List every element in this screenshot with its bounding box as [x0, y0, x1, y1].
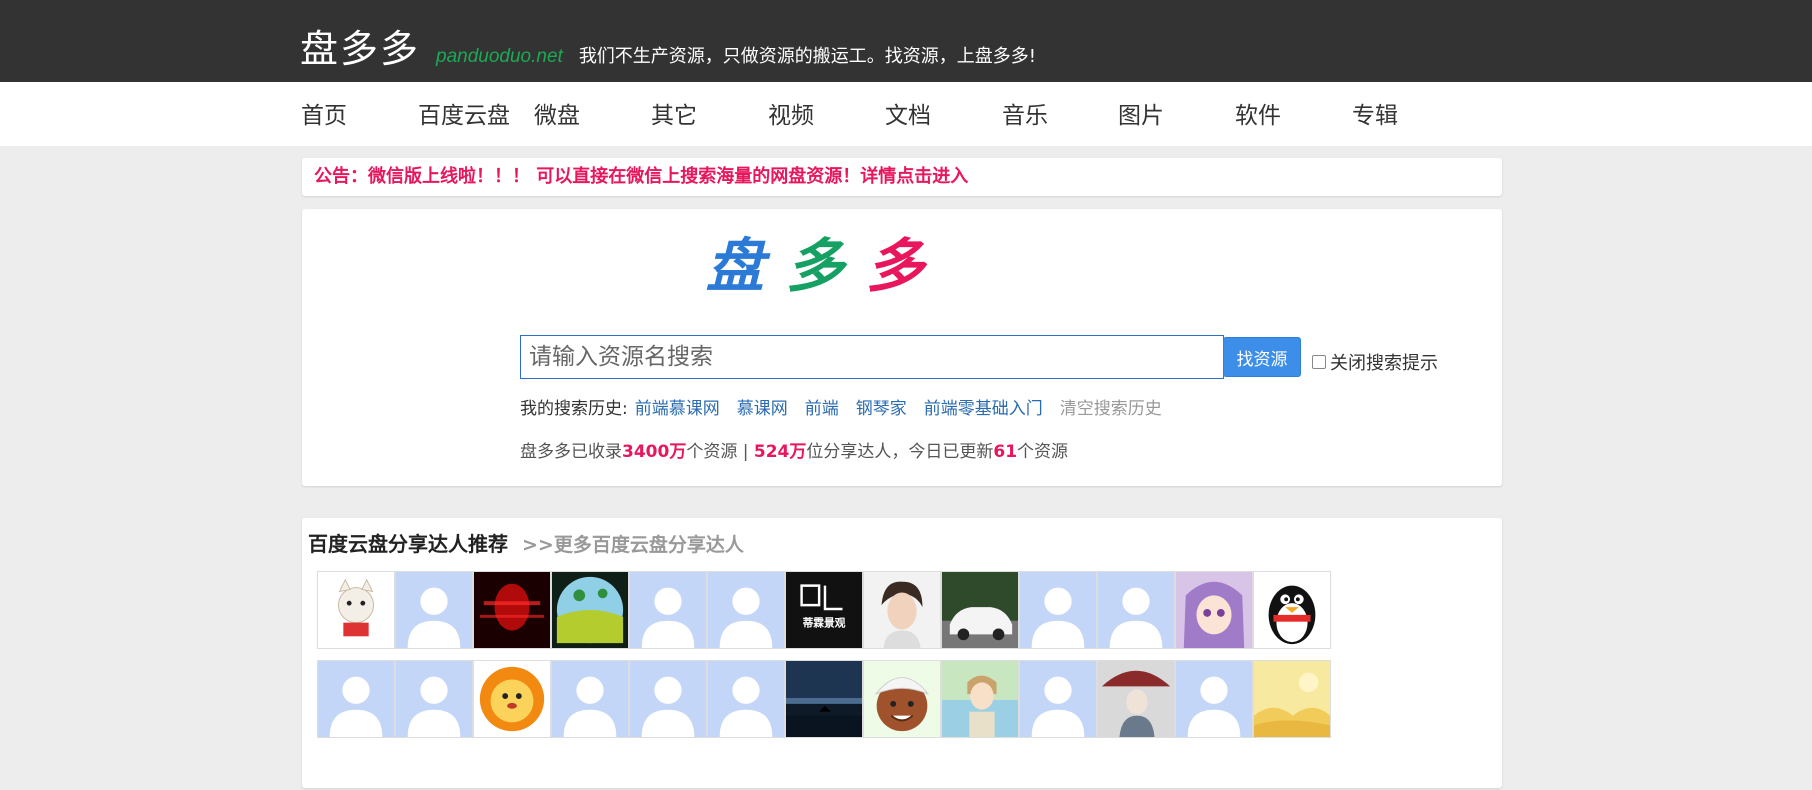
- stats-total: 3400万: [622, 442, 687, 462]
- default-avatar[interactable]: [317, 660, 395, 738]
- sharer-title: 百度云盘分享达人推荐: [308, 532, 508, 556]
- nav-item-baidu-pan[interactable]: 百度云盘: [418, 96, 510, 130]
- nav-item-images[interactable]: 图片: [1118, 96, 1164, 130]
- main-nav: 首页 百度云盘 微盘 其它 视频 文档 音乐 图片 软件 专辑: [0, 82, 1812, 146]
- search-hint-toggle[interactable]: 关闭搜索提示: [1312, 349, 1438, 375]
- site-domain: panduoduo.net: [436, 46, 563, 67]
- history-item[interactable]: 前端零基础入门: [924, 394, 1043, 419]
- default-avatar[interactable]: [395, 571, 473, 649]
- stats-mid2: 位分享达人，今日已更新: [806, 442, 994, 462]
- red-abstract-avatar[interactable]: [473, 571, 551, 649]
- checkbox[interactable]: [1312, 355, 1326, 369]
- history-item[interactable]: 前端: [805, 394, 839, 419]
- stats-prefix: 盘多多已收录: [520, 442, 622, 462]
- default-avatar[interactable]: [707, 571, 785, 649]
- site-slogan: 我们不生产资源，只做资源的搬运工。找资源，上盘多多!: [578, 46, 1037, 67]
- lion-avatar[interactable]: [473, 660, 551, 738]
- anime-boy-avatar[interactable]: [941, 660, 1019, 738]
- stats-today: 61: [993, 442, 1018, 462]
- default-avatar[interactable]: [1097, 571, 1175, 649]
- umbrella-girl-avatar[interactable]: [1097, 660, 1175, 738]
- search-history-label: 我的搜索历史:: [520, 399, 628, 419]
- search-hint-label: 关闭搜索提示: [1330, 353, 1438, 374]
- topbar: 盘多多 panduoduo.net 我们不生产资源，只做资源的搬运工。找资源，上…: [0, 0, 1812, 82]
- logo-char: 多: [786, 232, 845, 300]
- announcement-banner[interactable]: 公告：微信版上线啦！！！ 可以直接在微信上搜索海量的网盘资源！详情点击进入: [302, 158, 1502, 196]
- default-avatar[interactable]: [551, 660, 629, 738]
- search-panel: 盘 多 多 找资源 关闭搜索提示 我的搜索历史: 前端慕课网 慕课网 前端 钢琴…: [302, 209, 1502, 486]
- logo-char: 盘: [706, 232, 765, 300]
- qq-penguin-avatar[interactable]: [1253, 571, 1331, 649]
- default-avatar[interactable]: [395, 660, 473, 738]
- history-item[interactable]: 前端慕课网: [635, 394, 720, 419]
- boy-photo-avatar[interactable]: [863, 571, 941, 649]
- history-item[interactable]: 钢琴家: [856, 394, 907, 419]
- stats-mid1: 个资源 |: [686, 442, 754, 462]
- default-avatar[interactable]: [1175, 660, 1253, 738]
- emoji-turban-avatar[interactable]: [863, 660, 941, 738]
- search-history: 我的搜索历史: 前端慕课网 慕课网 前端 钢琴家 前端零基础入门 清空搜索历史: [520, 394, 1162, 419]
- logo-char: 多: [866, 232, 925, 300]
- night-sea-avatar[interactable]: [785, 660, 863, 738]
- sharer-recommendations: 百度云盘分享达人推荐 >>更多百度云盘分享达人 蒂霖景观: [302, 518, 1502, 788]
- nav-item-home[interactable]: 首页: [301, 96, 347, 130]
- stats-sharers: 524万: [753, 442, 807, 462]
- white-car-avatar[interactable]: [941, 571, 1019, 649]
- nav-item-other[interactable]: 其它: [651, 96, 697, 130]
- logo: 盘 多 多: [706, 237, 924, 295]
- history-item[interactable]: 慕课网: [737, 394, 788, 419]
- cartoon-cat-avatar[interactable]: [317, 571, 395, 649]
- nav-item-music[interactable]: 音乐: [1002, 96, 1048, 130]
- search-input[interactable]: [520, 335, 1224, 379]
- nav-item-video[interactable]: 视频: [768, 96, 814, 130]
- nav-item-weipan[interactable]: 微盘: [534, 96, 580, 130]
- sharer-header: 百度云盘分享达人推荐 >>更多百度云盘分享达人: [308, 528, 744, 557]
- default-avatar[interactable]: [707, 660, 785, 738]
- nav-item-software[interactable]: 软件: [1235, 96, 1281, 130]
- site-name[interactable]: 盘多多: [300, 18, 420, 73]
- logo-dilin-avatar[interactable]: 蒂霖景观: [785, 571, 863, 649]
- nav-item-docs[interactable]: 文档: [885, 96, 931, 130]
- site-header: 盘多多 panduoduo.net 我们不生产资源，只做资源的搬运工。找资源，上…: [300, 18, 1036, 71]
- anime-girl-avatar[interactable]: [1175, 571, 1253, 649]
- default-avatar[interactable]: [629, 571, 707, 649]
- desert-avatar[interactable]: [1253, 660, 1331, 738]
- default-avatar[interactable]: [1019, 660, 1097, 738]
- search-button[interactable]: 找资源: [1223, 337, 1301, 377]
- default-avatar[interactable]: [629, 660, 707, 738]
- globe-avatar[interactable]: [551, 571, 629, 649]
- more-sharers-link[interactable]: >>更多百度云盘分享达人: [522, 530, 744, 557]
- stats-suffix: 个资源: [1017, 442, 1069, 462]
- default-avatar[interactable]: [1019, 571, 1097, 649]
- svg-text:蒂霖景观: 蒂霖景观: [803, 617, 846, 630]
- clear-history-link[interactable]: 清空搜索历史: [1060, 394, 1162, 419]
- site-stats: 盘多多已收录3400万个资源 | 524万位分享达人，今日已更新61个资源: [520, 437, 1068, 462]
- nav-item-albums[interactable]: 专辑: [1352, 96, 1398, 130]
